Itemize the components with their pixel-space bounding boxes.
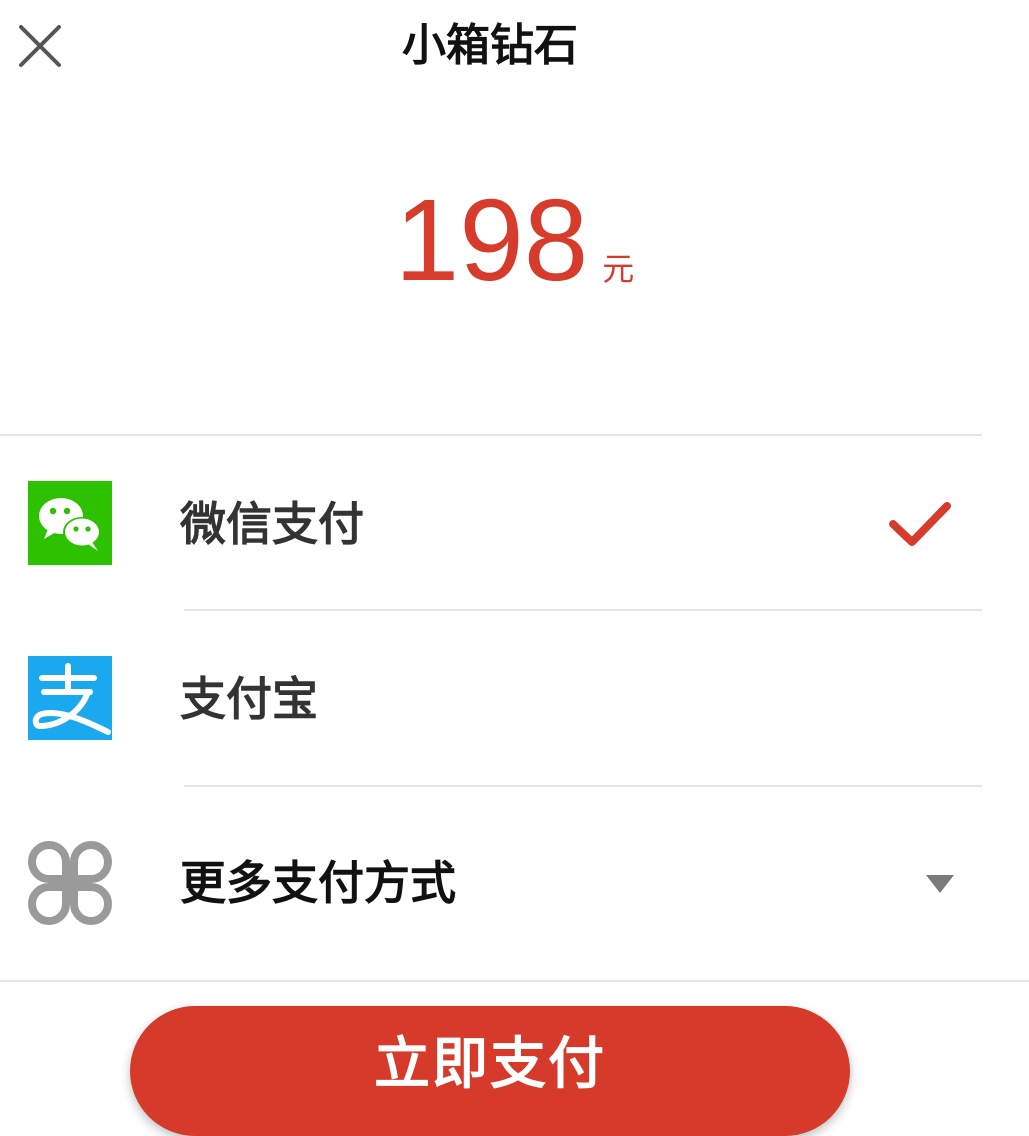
price-unit: 元	[602, 250, 635, 288]
payment-option-label: 更多支付方式	[180, 856, 456, 910]
pay-now-label: 立即支付	[374, 1032, 606, 1097]
price-amount: 198	[394, 175, 589, 305]
payment-option-wechat[interactable]: 微信支付	[0, 438, 1029, 608]
divider	[0, 434, 982, 436]
divider	[184, 785, 982, 787]
divider	[184, 609, 982, 611]
payment-option-label: 微信支付	[180, 497, 364, 551]
alipay-icon	[28, 656, 112, 740]
payment-option-more[interactable]: 更多支付方式	[0, 789, 1029, 959]
check-icon	[888, 500, 952, 550]
wechat-pay-icon	[28, 481, 112, 565]
page-title: 小箱钻石	[402, 20, 578, 71]
divider	[0, 980, 1029, 982]
pay-now-button[interactable]: 立即支付	[130, 1006, 850, 1136]
payment-option-label: 支付宝	[180, 672, 318, 726]
dropdown-triangle-icon	[926, 875, 954, 893]
payment-option-alipay[interactable]: 支付宝	[0, 613, 1029, 783]
more-payment-icon	[28, 841, 112, 925]
price-display: 198 元	[0, 178, 1029, 302]
